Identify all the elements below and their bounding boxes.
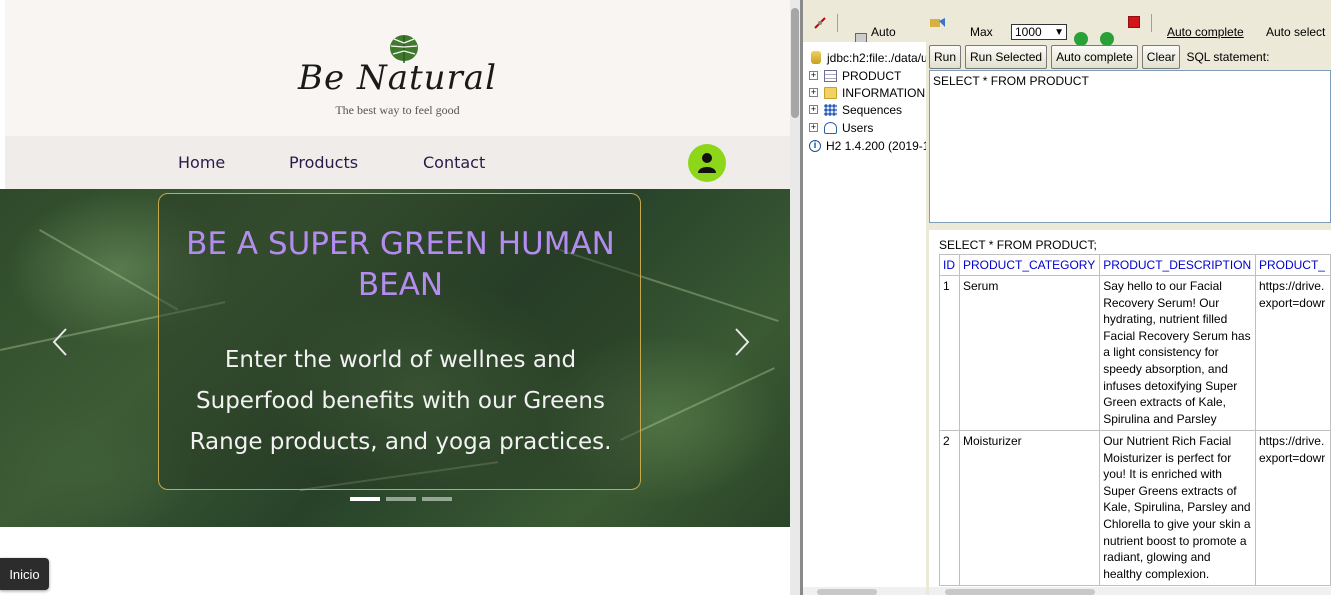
website-viewport: Be Natural The best way to feel good Hom…	[0, 0, 790, 595]
clear-button[interactable]: Clear	[1141, 45, 1181, 69]
run-button[interactable]: Run	[929, 45, 962, 69]
nav-home-link[interactable]: Home	[178, 153, 225, 172]
stop-icon[interactable]	[1128, 16, 1140, 28]
scrollbar-thumb[interactable]	[817, 589, 877, 595]
tree-connection-label: jdbc:h2:file:./data/u	[827, 50, 926, 65]
expand-icon[interactable]: +	[809, 105, 818, 114]
hero-caption: BE A SUPER GREEN HUMAN BEAN Enter the wo…	[158, 193, 641, 490]
database-icon	[811, 51, 821, 64]
carousel-next-button[interactable]	[734, 327, 750, 357]
start-button[interactable]: Inicio	[0, 558, 49, 590]
chevron-right-icon	[735, 328, 750, 356]
sql-editor[interactable]: SELECT * FROM PRODUCT	[929, 70, 1331, 223]
tree-item-label: Users	[842, 120, 874, 135]
table-header-row: ID PRODUCT_CATEGORY PRODUCT_DESCRIPTION …	[939, 254, 1331, 276]
cell-image: https://drive. export=dowr	[1254, 275, 1331, 431]
expand-icon[interactable]: +	[809, 123, 818, 132]
cell-id: 2	[939, 430, 960, 586]
carousel-indicator-2[interactable]	[386, 497, 416, 501]
column-header[interactable]: PRODUCT_CATEGORY	[958, 254, 1101, 276]
brand-tagline: The best way to feel good	[335, 103, 460, 117]
results-panel: SELECT * FROM PRODUCT; ID PRODUCT_CATEGO…	[929, 230, 1331, 587]
h2-console: Auto Max 1000 ▼ Auto complete Auto selec…	[803, 0, 1331, 595]
nav-contact-link[interactable]: Contact	[423, 153, 485, 172]
expand-icon[interactable]: +	[809, 71, 818, 80]
cell-category: Serum	[958, 275, 1101, 431]
column-header[interactable]: ID	[939, 254, 960, 276]
run-selected-button[interactable]: Run Selected	[965, 45, 1048, 69]
user-icon	[698, 153, 716, 173]
toolbar-separator	[1151, 14, 1152, 32]
scrollbar-thumb[interactable]	[791, 8, 799, 118]
query-buttons: Run Run Selected Auto complete Clear SQL…	[929, 44, 1269, 70]
max-rows-label: Max	[970, 25, 993, 39]
tree-item-sequences[interactable]: + Sequences	[809, 101, 902, 118]
tree-version-label: H2 1.4.200 (2019-1	[826, 138, 926, 153]
cell-category: Moisturizer	[958, 430, 1101, 586]
sql-statement-label: SQL statement:	[1186, 50, 1270, 64]
toolbar-separator	[837, 14, 838, 32]
results-table: ID PRODUCT_CATEGORY PRODUCT_DESCRIPTION …	[939, 254, 1331, 586]
chevron-left-icon	[52, 328, 67, 356]
website-scrollbar[interactable]	[790, 0, 800, 595]
hero-body: Enter the world of wellnes and Superfood…	[189, 347, 612, 455]
tree-connection[interactable]: jdbc:h2:file:./data/u	[809, 49, 926, 66]
tree-item-information-schema[interactable]: + INFORMATION	[809, 84, 925, 101]
expand-icon[interactable]: +	[809, 88, 818, 97]
chevron-down-icon: ▼	[1054, 27, 1064, 38]
folder-icon	[824, 86, 837, 99]
tree-hscrollbar[interactable]	[803, 587, 926, 595]
brand-logo-text[interactable]: Be Natural	[5, 58, 790, 98]
hero-carousel: BE A SUPER GREEN HUMAN BEAN Enter the wo…	[0, 189, 790, 527]
tree-item-label: Sequences	[842, 102, 903, 117]
max-rows-select[interactable]: 1000 ▼	[1011, 24, 1067, 40]
carousel-prev-button[interactable]	[52, 327, 68, 357]
carousel-indicator-3[interactable]	[422, 497, 452, 501]
account-button[interactable]	[688, 144, 726, 182]
nav-products-link[interactable]: Products	[289, 153, 358, 172]
tree-version: i H2 1.4.200 (2019-1	[809, 137, 926, 154]
cell-description: Say hello to our Facial Recovery Serum! …	[1099, 275, 1256, 431]
table-row: 1 Serum Say hello to our Facial Recovery…	[939, 275, 1331, 431]
tree-item-label: INFORMATION	[842, 85, 926, 100]
auto-complete-button[interactable]: Auto complete	[1051, 45, 1138, 69]
site-navbar: Home Products Contact	[5, 136, 790, 189]
sequences-icon	[824, 103, 837, 116]
auto-select-toggle[interactable]: Auto select	[1266, 25, 1325, 39]
cell-image: https://drive. export=dowr	[1254, 430, 1331, 586]
tree-item-users[interactable]: + Users	[809, 119, 873, 136]
scrollbar-thumb[interactable]	[945, 589, 1095, 595]
cell-id: 1	[939, 275, 960, 431]
column-header[interactable]: PRODUCT_DESCRIPTION	[1099, 254, 1256, 276]
column-header[interactable]: PRODUCT_	[1254, 254, 1331, 276]
table-row: 2 Moisturizer Our Nutrient Rich Facial M…	[939, 430, 1331, 586]
disconnect-icon[interactable]	[812, 15, 828, 31]
carousel-indicator-1[interactable]	[350, 497, 380, 501]
tree-item-label: PRODUCT	[842, 68, 902, 83]
executed-query: SELECT * FROM PRODUCT;	[939, 238, 1097, 252]
console-toolbar: Auto Max 1000 ▼ Auto complete Auto selec…	[803, 0, 1331, 46]
results-hscrollbar[interactable]	[929, 587, 1331, 595]
table-icon	[824, 69, 837, 82]
tree-item-product[interactable]: + PRODUCT	[809, 67, 901, 84]
schema-tree: jdbc:h2:file:./data/u + PRODUCT + INFORM…	[803, 42, 926, 587]
auto-complete-toggle[interactable]: Auto complete	[1167, 25, 1244, 39]
hero-title: BE A SUPER GREEN HUMAN BEAN	[186, 226, 615, 303]
users-icon	[824, 121, 837, 134]
carousel-indicators	[350, 497, 452, 501]
max-rows-value: 1000	[1015, 25, 1042, 39]
info-icon: i	[809, 139, 821, 152]
auto-commit-label: Auto	[871, 25, 896, 39]
cell-description: Our Nutrient Rich Facial Moisturizer is …	[1099, 430, 1256, 586]
rollback-icon[interactable]	[929, 15, 947, 31]
site-header: Be Natural The best way to feel good	[5, 0, 790, 136]
